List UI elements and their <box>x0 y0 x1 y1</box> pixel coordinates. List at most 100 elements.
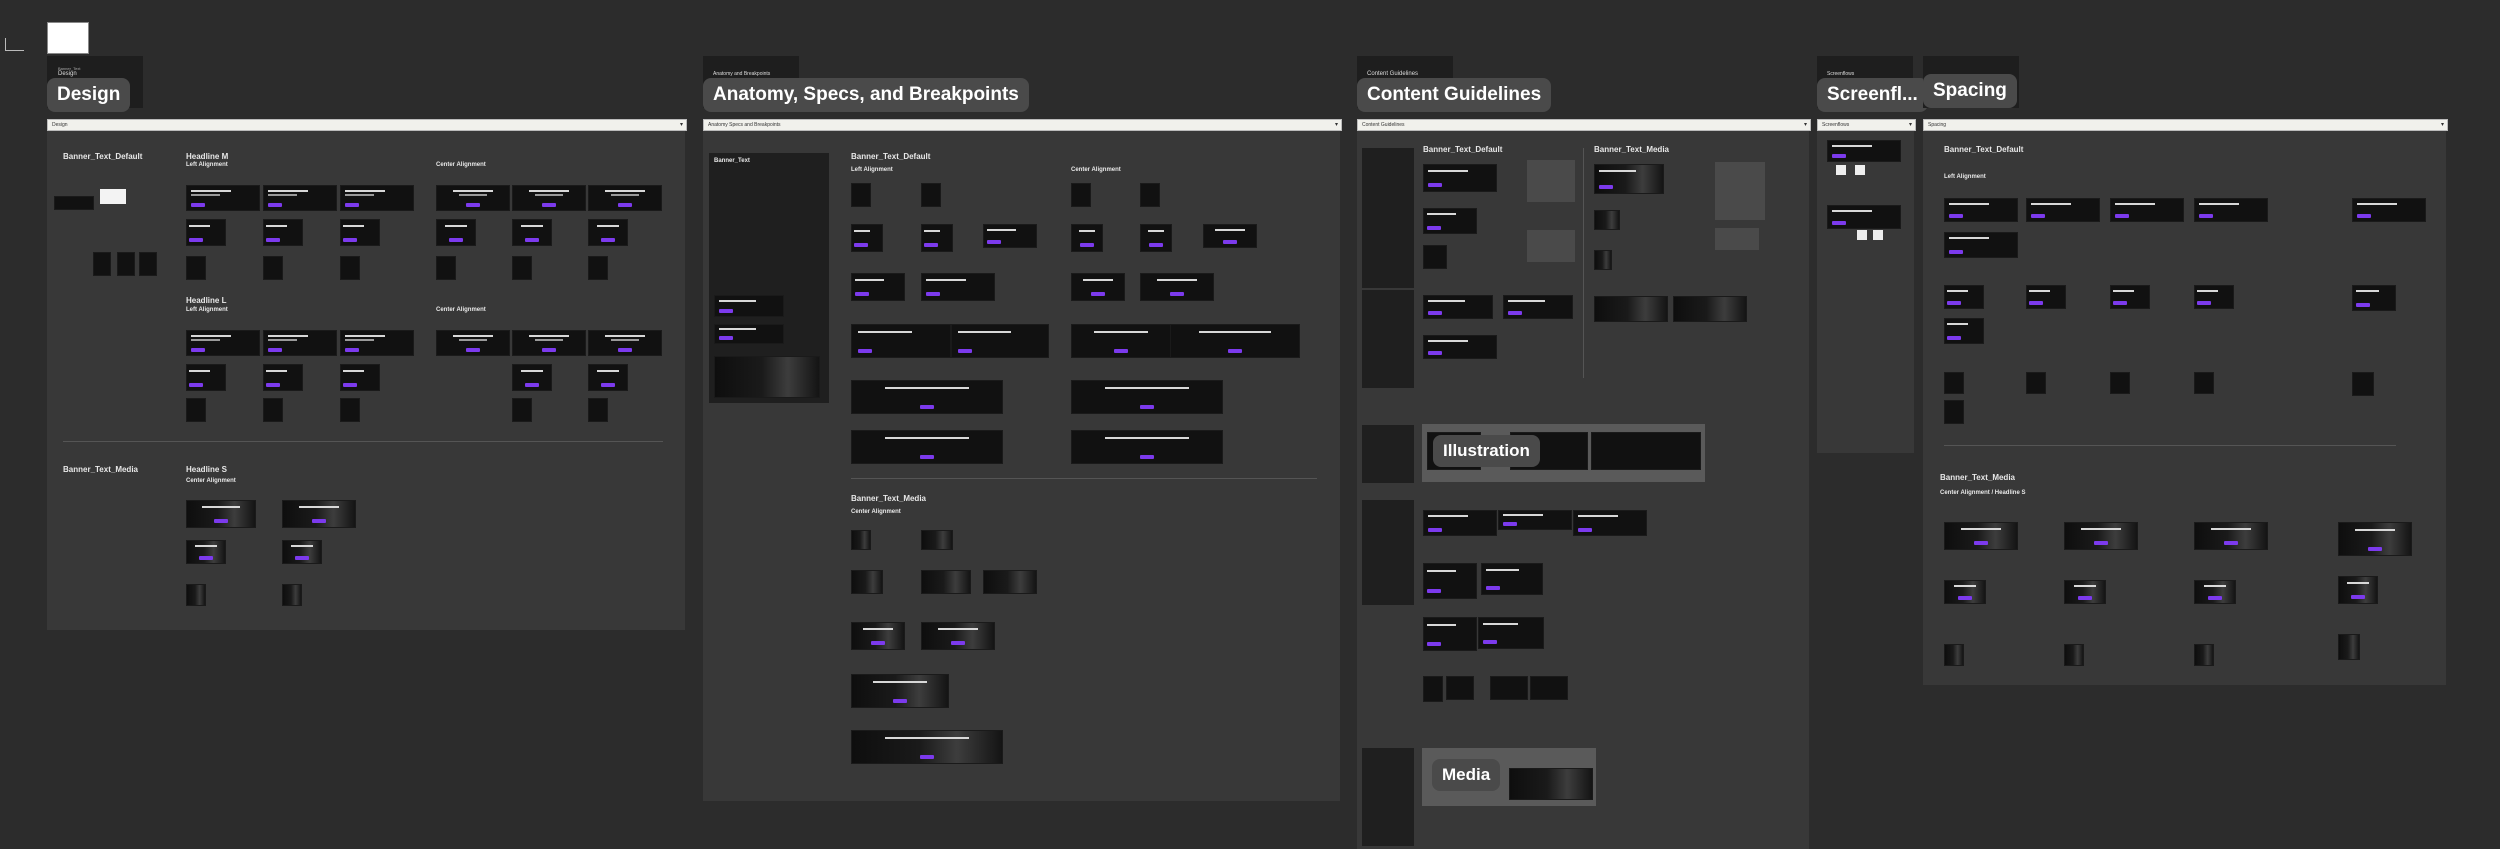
design-m-small-1[interactable] <box>186 256 206 280</box>
anatomy-media-6[interactable] <box>851 622 905 650</box>
chevron-down-icon[interactable]: ▾ <box>2441 120 2444 130</box>
spacing-wide-2[interactable] <box>2026 198 2100 222</box>
anatomy-spec-16[interactable] <box>951 324 1049 358</box>
content-topbar[interactable]: Content Guidelines ▾ <box>1357 119 1811 131</box>
content-example-8[interactable] <box>1498 510 1572 530</box>
screenflows-step-1[interactable] <box>1827 140 1901 162</box>
spacing-media-5[interactable] <box>1944 580 1986 604</box>
section-label-content[interactable]: Content Guidelines <box>1357 78 1552 112</box>
design-preview-thumb[interactable] <box>54 196 94 210</box>
content-example-14[interactable] <box>1423 676 1443 702</box>
content-example-2[interactable] <box>1423 208 1477 234</box>
content-example-1[interactable] <box>1423 164 1497 192</box>
content-media-example-2[interactable] <box>1594 210 1620 230</box>
screenflows-card-2[interactable] <box>1855 165 1865 175</box>
content-example-15[interactable] <box>1446 676 1474 700</box>
spacing-small-4[interactable] <box>2194 372 2214 394</box>
content-illustration-3[interactable] <box>1591 432 1701 470</box>
design-m-mid-3[interactable] <box>340 219 380 246</box>
spacing-wide-5[interactable] <box>2352 198 2426 222</box>
content-media-example-1[interactable] <box>1594 164 1664 194</box>
screenflows-card-3[interactable] <box>1857 230 1867 240</box>
content-example-3[interactable] <box>1423 245 1447 269</box>
anatomy-spec-18[interactable] <box>1170 324 1300 358</box>
spacing-small-1[interactable] <box>1944 372 1964 394</box>
design-media-mid-1[interactable] <box>186 540 226 564</box>
content-example-5[interactable] <box>1503 295 1573 319</box>
design-l-mid-5[interactable] <box>588 364 628 391</box>
anatomy-spec-4[interactable] <box>1140 183 1160 207</box>
anatomy-spec-19[interactable] <box>851 380 1003 414</box>
spacing-media-10[interactable] <box>2064 644 2084 666</box>
spacing-mid-6[interactable] <box>1944 318 1984 344</box>
anatomy-sidebar-example-1[interactable] <box>714 295 784 317</box>
spacing-mid-5[interactable] <box>2352 285 2396 311</box>
content-example-10[interactable] <box>1423 563 1477 599</box>
spacing-mid-3[interactable] <box>2110 285 2150 309</box>
spacing-wide-6[interactable] <box>1944 232 2018 258</box>
design-m-mid-5[interactable] <box>512 219 552 246</box>
anatomy-sidebar-example-3[interactable] <box>714 356 820 398</box>
spacing-media-12[interactable] <box>2338 634 2360 660</box>
design-l-wide-3[interactable] <box>340 330 414 356</box>
anatomy-media-7[interactable] <box>921 622 995 650</box>
anatomy-spec-3[interactable] <box>1071 183 1091 207</box>
design-m-small-4[interactable] <box>436 256 456 280</box>
chevron-down-icon[interactable]: ▾ <box>1335 120 1338 130</box>
content-example-17[interactable] <box>1530 676 1568 700</box>
spacing-small-6[interactable] <box>1944 400 1964 424</box>
design-l-small-2[interactable] <box>263 398 283 422</box>
anatomy-spec-10[interactable] <box>1203 224 1257 248</box>
design-media-small-2[interactable] <box>282 584 302 606</box>
screenflows-step-2[interactable] <box>1827 205 1901 229</box>
anatomy-media-1[interactable] <box>851 530 871 550</box>
spacing-wide-4[interactable] <box>2194 198 2268 222</box>
screenflows-card-1[interactable] <box>1836 165 1846 175</box>
anatomy-spec-12[interactable] <box>921 273 995 301</box>
design-m-wide-4[interactable] <box>436 185 510 211</box>
chevron-down-icon[interactable]: ▾ <box>680 120 683 130</box>
content-example-6[interactable] <box>1423 335 1497 359</box>
design-m-small-5[interactable] <box>512 256 532 280</box>
page-thumbnail-icon[interactable] <box>47 22 89 54</box>
spacing-media-6[interactable] <box>2064 580 2106 604</box>
spacing-small-5[interactable] <box>2352 372 2374 396</box>
design-l-wide-1[interactable] <box>186 330 260 356</box>
section-label-spacing[interactable]: Spacing <box>1923 74 2017 108</box>
design-m-mid-1[interactable] <box>186 219 226 246</box>
anatomy-media-8[interactable] <box>851 674 949 708</box>
anatomy-spec-15[interactable] <box>851 324 951 358</box>
content-media-example-5[interactable] <box>1673 296 1747 322</box>
content-media-label[interactable]: Media <box>1432 759 1501 791</box>
design-variant-c[interactable] <box>139 252 157 276</box>
design-l-small-4[interactable] <box>512 398 532 422</box>
design-topbar[interactable]: Design ▾ <box>47 119 687 131</box>
anatomy-media-4[interactable] <box>921 570 971 594</box>
content-media-example-3[interactable] <box>1594 250 1612 270</box>
spacing-wide-3[interactable] <box>2110 198 2184 222</box>
anatomy-spec-21[interactable] <box>851 430 1003 464</box>
anatomy-spec-14[interactable] <box>1140 273 1214 301</box>
anatomy-media-9[interactable] <box>851 730 1003 764</box>
content-example-4[interactable] <box>1423 295 1493 319</box>
spacing-topbar[interactable]: Spacing ▾ <box>1923 119 2448 131</box>
design-m-wide-5[interactable] <box>512 185 586 211</box>
anatomy-spec-5[interactable] <box>851 224 883 252</box>
spacing-mid-2[interactable] <box>2026 285 2066 309</box>
content-media-panel-thumb[interactable] <box>1509 768 1593 800</box>
anatomy-sidebar-example-2[interactable] <box>714 324 784 344</box>
spacing-media-7[interactable] <box>2194 580 2236 604</box>
section-label-anatomy[interactable]: Anatomy, Specs, and Breakpoints <box>703 78 1029 112</box>
design-m-wide-2[interactable] <box>263 185 337 211</box>
design-m-mid-4[interactable] <box>436 219 476 246</box>
spacing-media-4[interactable] <box>2338 522 2412 556</box>
content-example-12[interactable] <box>1423 617 1477 651</box>
design-m-small-6[interactable] <box>588 256 608 280</box>
design-l-mid-4[interactable] <box>512 364 552 391</box>
content-example-13[interactable] <box>1478 617 1544 649</box>
design-variant-b[interactable] <box>117 252 135 276</box>
spacing-media-11[interactable] <box>2194 644 2214 666</box>
anatomy-spec-20[interactable] <box>1071 380 1223 414</box>
spacing-wide-1[interactable] <box>1944 198 2018 222</box>
design-media-wide-2[interactable] <box>282 500 356 528</box>
